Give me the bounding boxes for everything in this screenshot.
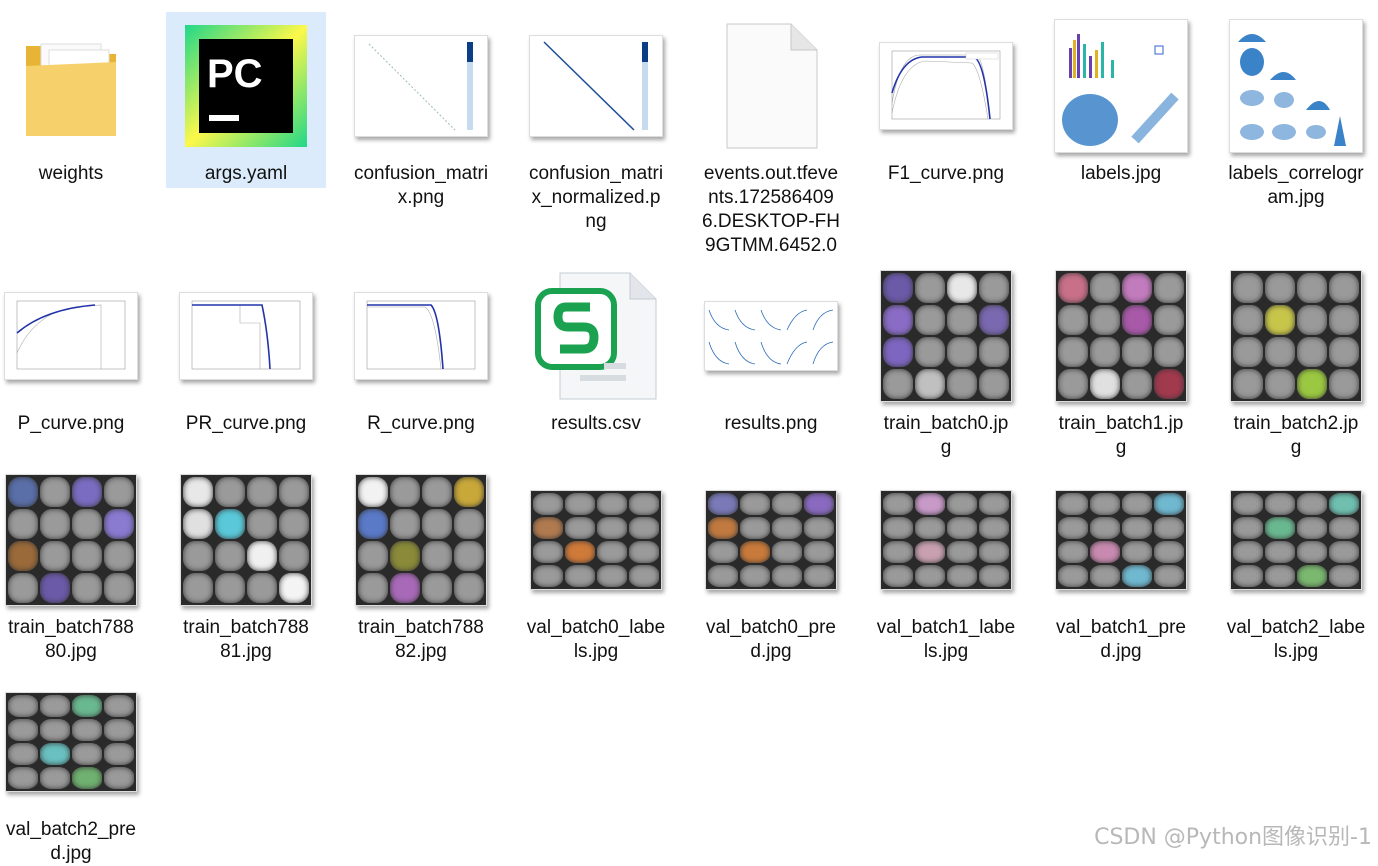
file-val-batch1-labels[interactable]: val_batch1_labe ls.jpg xyxy=(866,466,1026,664)
file-label: val_batch2_labe ls.jpg xyxy=(1226,617,1366,662)
image-thumbnail xyxy=(1051,16,1191,156)
image-thumbnail xyxy=(701,470,841,610)
file-label: PR_curve.png xyxy=(185,413,307,434)
image-thumbnail xyxy=(351,16,491,156)
file-confusion-matrix-normalized[interactable]: confusion_matri x_normalized.p ng xyxy=(516,12,676,234)
file-confusion-matrix[interactable]: confusion_matri x.png xyxy=(341,12,501,210)
file-pr-curve[interactable]: PR_curve.png xyxy=(166,262,326,436)
image-thumbnail xyxy=(526,16,666,156)
csv-spreadsheet-icon xyxy=(526,266,666,406)
image-thumbnail xyxy=(1226,470,1366,610)
file-args-yaml[interactable]: PC args.yaml xyxy=(166,12,326,188)
file-train-batch2[interactable]: train_batch2.jp g xyxy=(1216,262,1376,460)
image-thumbnail xyxy=(526,470,666,610)
blank-file-icon xyxy=(701,16,841,156)
file-label: val_batch0_pre d.jpg xyxy=(706,617,836,662)
image-thumbnail xyxy=(1,470,141,610)
image-thumbnail xyxy=(176,266,316,406)
image-thumbnail xyxy=(1051,266,1191,406)
file-label: train_batch1.jp g xyxy=(1058,413,1184,458)
folder-icon xyxy=(1,16,141,156)
file-label: events.out.tfeve nts.172586409 6.DESKTOP… xyxy=(702,163,840,256)
file-train-batch78882[interactable]: train_batch788 82.jpg xyxy=(341,466,501,664)
file-label: R_curve.png xyxy=(367,413,475,434)
file-val-batch2-pred[interactable]: val_batch2_pre d.jpg xyxy=(0,668,151,864)
image-thumbnail xyxy=(1226,266,1366,406)
image-thumbnail xyxy=(351,266,491,406)
file-labels[interactable]: labels.jpg xyxy=(1041,12,1201,186)
image-thumbnail xyxy=(876,470,1016,610)
image-thumbnail xyxy=(876,16,1016,156)
file-results-csv[interactable]: results.csv xyxy=(516,262,676,436)
file-label: val_batch1_labe ls.jpg xyxy=(876,617,1016,662)
file-label: val_batch2_pre d.jpg xyxy=(6,819,136,864)
file-label: confusion_matri x_normalized.p ng xyxy=(528,163,664,232)
watermark: CSDN @Python图像识别-1 xyxy=(1094,825,1372,850)
file-label: train_batch2.jp g xyxy=(1233,413,1359,458)
file-val-batch2-labels[interactable]: val_batch2_labe ls.jpg xyxy=(1216,466,1376,664)
svg-text:PC: PC xyxy=(207,52,263,96)
file-label: P_curve.png xyxy=(17,413,125,434)
file-label: train_batch788 80.jpg xyxy=(8,617,134,662)
file-label: train_batch0.jp g xyxy=(883,413,1009,458)
file-r-curve[interactable]: R_curve.png xyxy=(341,262,501,436)
file-label: labels.jpg xyxy=(1080,163,1162,184)
file-events[interactable]: events.out.tfeve nts.172586409 6.DESKTOP… xyxy=(691,12,851,258)
file-label: confusion_matri x.png xyxy=(353,163,489,208)
file-train-batch78881[interactable]: train_batch788 81.jpg xyxy=(166,466,326,664)
file-results-png[interactable]: results.png xyxy=(691,262,851,436)
file-label: labels_correlogr am.jpg xyxy=(1228,163,1364,208)
file-label: args.yaml xyxy=(204,163,288,184)
image-thumbnail xyxy=(701,266,841,406)
image-thumbnail xyxy=(1,266,141,406)
image-thumbnail xyxy=(1226,16,1366,156)
image-thumbnail xyxy=(1,672,141,812)
image-thumbnail xyxy=(176,470,316,610)
file-label: results.csv xyxy=(551,413,641,434)
file-label: train_batch788 82.jpg xyxy=(358,617,484,662)
file-p-curve[interactable]: P_curve.png xyxy=(0,262,151,436)
image-thumbnail xyxy=(351,470,491,610)
file-label: results.png xyxy=(724,413,818,434)
file-train-batch78880[interactable]: train_batch788 80.jpg xyxy=(0,466,151,664)
pycharm-icon: PC xyxy=(176,16,316,156)
file-label: weights xyxy=(38,163,104,184)
file-weights[interactable]: weights xyxy=(0,12,151,186)
file-label: val_batch1_pre d.jpg xyxy=(1056,617,1186,662)
file-val-batch0-labels[interactable]: val_batch0_labe ls.jpg xyxy=(516,466,676,664)
file-f1-curve[interactable]: F1_curve.png xyxy=(866,12,1026,186)
file-val-batch0-pred[interactable]: val_batch0_pre d.jpg xyxy=(691,466,851,664)
file-train-batch0[interactable]: train_batch0.jp g xyxy=(866,262,1026,460)
file-val-batch1-pred[interactable]: val_batch1_pre d.jpg xyxy=(1041,466,1201,664)
file-label: train_batch788 81.jpg xyxy=(183,617,309,662)
file-train-batch1[interactable]: train_batch1.jp g xyxy=(1041,262,1201,460)
file-label: F1_curve.png xyxy=(887,163,1005,184)
file-labels-correlogram[interactable]: labels_correlogr am.jpg xyxy=(1216,12,1376,210)
file-label: val_batch0_labe ls.jpg xyxy=(526,617,666,662)
image-thumbnail xyxy=(1051,470,1191,610)
image-thumbnail xyxy=(876,266,1016,406)
